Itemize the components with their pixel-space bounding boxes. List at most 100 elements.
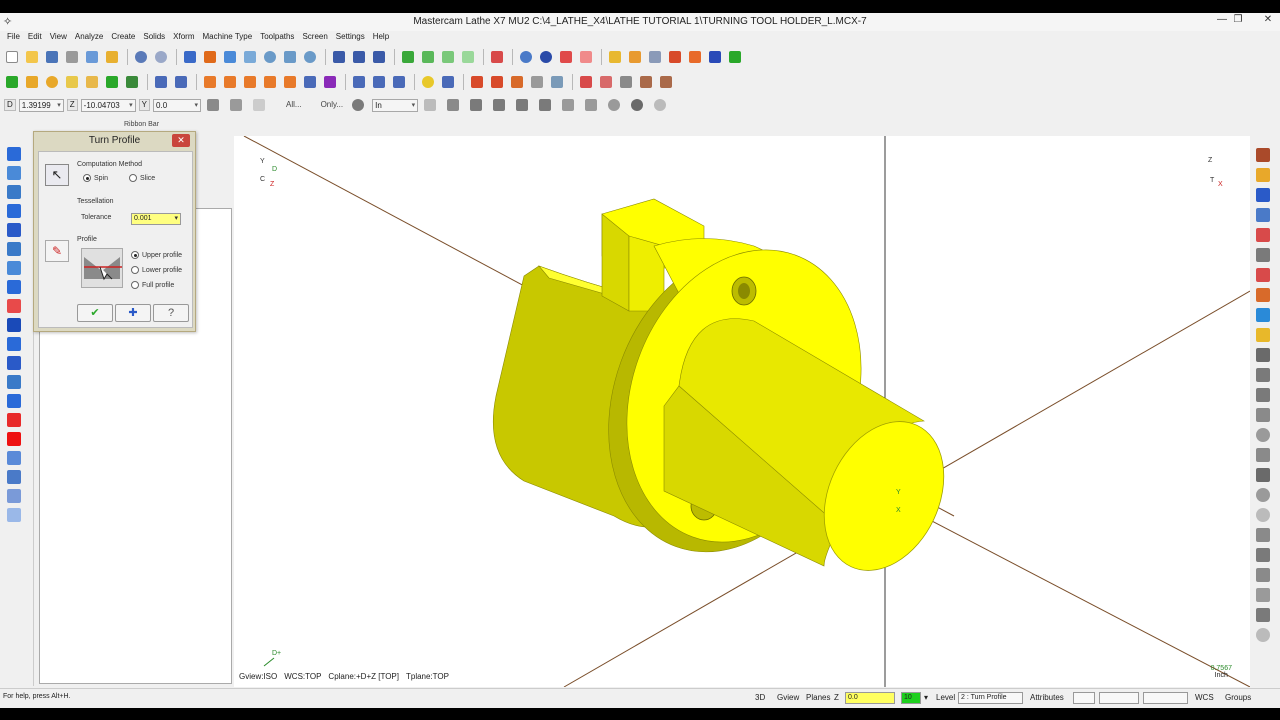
help-button[interactable]: ?	[153, 304, 189, 322]
close-button[interactable]: ✕	[1260, 14, 1276, 28]
views-icon[interactable]	[1256, 188, 1270, 202]
pinch-turn-icon[interactable]	[7, 337, 21, 351]
3d-mode-button[interactable]: 3D	[755, 692, 765, 704]
nesting-icon[interactable]	[7, 489, 21, 503]
clear-select-icon[interactable]	[605, 96, 623, 114]
dialog-close-button[interactable]: ✕	[172, 134, 190, 147]
select-all-button[interactable]: All...	[283, 99, 305, 112]
solid-icon[interactable]	[123, 73, 141, 91]
screen-regen-icon[interactable]	[201, 48, 219, 66]
line-style-select[interactable]	[1099, 692, 1139, 704]
pointer-select-icon[interactable]	[444, 96, 462, 114]
select-icon[interactable]	[330, 48, 348, 66]
quick-toolpath-icon[interactable]	[7, 356, 21, 370]
undo-icon[interactable]	[132, 48, 150, 66]
thread-toolpath-icon[interactable]	[528, 73, 546, 91]
color-icon[interactable]	[626, 48, 644, 66]
gview-button[interactable]: Gview	[777, 692, 799, 704]
pencil-button[interactable]: ✎	[45, 240, 69, 262]
selection-mode-select[interactable]: In	[372, 98, 419, 112]
lower-profile-option[interactable]: Lower profile	[131, 266, 182, 274]
zoom-window-icon[interactable]	[241, 48, 259, 66]
hide-icon[interactable]	[439, 73, 457, 91]
z-coordinate-input[interactable]: -10.04703	[80, 98, 136, 112]
spin-radio[interactable]	[83, 174, 91, 182]
menu-view[interactable]: View	[46, 31, 71, 43]
rough-icon[interactable]	[7, 166, 21, 180]
drill-toolpath-icon[interactable]	[548, 73, 566, 91]
slice-radio[interactable]	[129, 174, 137, 182]
tailstock-tool-icon[interactable]	[1256, 368, 1270, 382]
select-only-button[interactable]: Only...	[318, 99, 347, 112]
sphere-icon[interactable]	[537, 48, 555, 66]
verify-selection-icon[interactable]	[349, 96, 367, 114]
offset-icon[interactable]	[281, 73, 299, 91]
menu-create[interactable]: Create	[107, 31, 139, 43]
menu-solids[interactable]: Solids	[139, 31, 169, 43]
post-icon[interactable]	[1256, 328, 1270, 342]
back-select-icon[interactable]	[559, 96, 577, 114]
ribbon-settings-icon[interactable]	[227, 96, 245, 114]
zoom-target-icon[interactable]	[281, 48, 299, 66]
full-profile-option[interactable]: Full profile	[131, 281, 174, 289]
project-icon[interactable]	[321, 73, 339, 91]
mirror-icon[interactable]	[241, 73, 259, 91]
globe-icon[interactable]	[517, 48, 535, 66]
zoom-in-icon[interactable]	[261, 48, 279, 66]
menu-settings[interactable]: Settings	[332, 31, 369, 43]
line-width-select[interactable]	[1143, 692, 1188, 704]
print-icon[interactable]	[63, 48, 81, 66]
chuck-jaws-icon[interactable]	[1256, 468, 1270, 482]
minimize-button[interactable]: —	[1214, 14, 1230, 28]
isometric-view-icon[interactable]	[399, 48, 417, 66]
stock-flip-icon[interactable]	[617, 73, 635, 91]
stretch-icon[interactable]	[301, 73, 319, 91]
menu-analyze[interactable]: Analyze	[71, 31, 107, 43]
canned-icon[interactable]	[597, 73, 615, 91]
solid-select-icon[interactable]	[467, 96, 485, 114]
body-select-icon[interactable]	[536, 96, 554, 114]
graphics-window[interactable]: Y D C Z Z T X D+ Y X Gview:ISO WCS:TOP C…	[234, 136, 1250, 687]
lathe-toolpath-icon[interactable]	[7, 147, 21, 161]
planes-button[interactable]: Planes	[806, 692, 830, 704]
spin-option[interactable]: Spin	[83, 174, 108, 182]
translate-icon[interactable]	[201, 73, 219, 91]
undo-view-icon[interactable]	[1256, 248, 1270, 262]
z-depth-input[interactable]: 0.0	[845, 692, 895, 704]
stock-display-icon[interactable]	[1256, 268, 1270, 282]
tolerance-select[interactable]: 0.001	[131, 213, 181, 225]
batch-icon[interactable]	[7, 508, 21, 522]
mill-toolpath-icon[interactable]	[7, 375, 21, 389]
clamp-icon[interactable]	[1256, 588, 1270, 602]
save-icon[interactable]	[43, 48, 61, 66]
front-view-icon[interactable]	[439, 48, 457, 66]
stock-transfer-icon[interactable]	[1256, 568, 1270, 582]
color-dropdown-icon[interactable]: ▾	[924, 692, 928, 704]
verify-icon[interactable]	[1256, 288, 1270, 302]
chamfer-icon[interactable]	[103, 73, 121, 91]
turning-toolpath-icon[interactable]	[468, 73, 486, 91]
ok-button[interactable]: ✔	[77, 304, 113, 322]
wcs-button[interactable]: WCS	[1195, 692, 1214, 704]
rectangle-icon[interactable]	[63, 73, 81, 91]
slice-option[interactable]: Slice	[129, 174, 155, 182]
menu-screen[interactable]: Screen	[298, 31, 331, 43]
upper-profile-radio[interactable]	[131, 251, 139, 259]
redo-icon[interactable]	[152, 48, 170, 66]
tool-manager-icon[interactable]	[1256, 408, 1270, 422]
upper-profile-option[interactable]: Upper profile	[131, 251, 182, 259]
tailstock-icon[interactable]	[657, 73, 675, 91]
full-profile-radio[interactable]	[131, 281, 139, 289]
merge-icon[interactable]	[103, 48, 121, 66]
fit-icon[interactable]	[221, 48, 239, 66]
manual-entry-icon[interactable]	[7, 451, 21, 465]
stock-setup-icon[interactable]	[686, 48, 704, 66]
menu-toolpaths[interactable]: Toolpaths	[256, 31, 298, 43]
backplot-icon[interactable]	[1256, 308, 1270, 322]
window-select-icon[interactable]	[370, 48, 388, 66]
menu-edit[interactable]: Edit	[24, 31, 46, 43]
no-entry-icon[interactable]	[1256, 628, 1270, 642]
restore-button[interactable]: ❐	[1230, 14, 1246, 28]
cutoff-icon[interactable]	[577, 73, 595, 91]
trim-icon[interactable]	[152, 73, 170, 91]
